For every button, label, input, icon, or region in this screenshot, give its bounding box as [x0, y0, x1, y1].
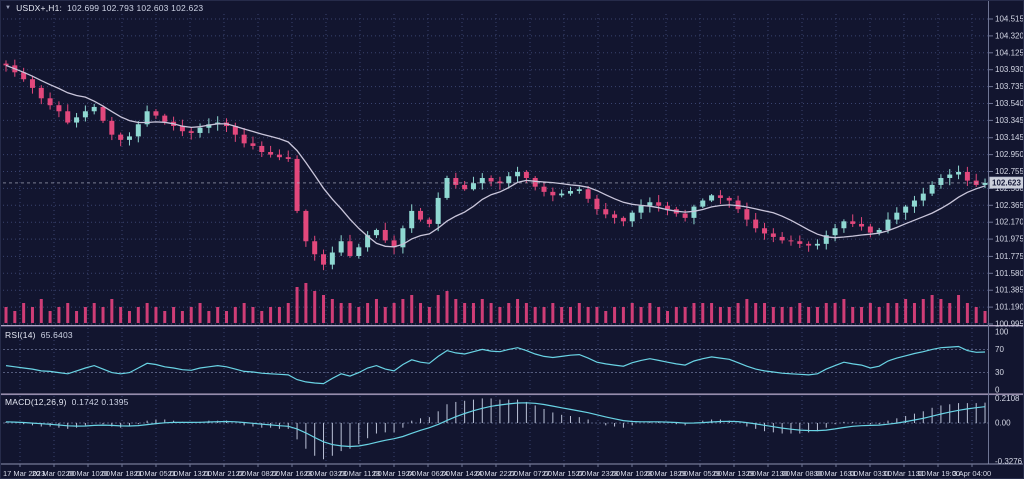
axis-label: 103.345	[995, 116, 1024, 125]
axis-label: 30	[995, 368, 1004, 377]
time-axis-label: 3 Apr 04:00	[953, 469, 991, 478]
axis-label: 101.190	[995, 303, 1024, 312]
axis-label: 101.385	[995, 286, 1024, 295]
axis-label: 104.320	[995, 31, 1024, 40]
axis-label: 0.2108	[995, 394, 1020, 403]
axis-label: 101.975	[995, 235, 1024, 244]
axis-label: 103.735	[995, 82, 1024, 91]
axis-label: 102.950	[995, 150, 1024, 159]
axis-label: 104.125	[995, 48, 1024, 57]
axis-label: 102.170	[995, 218, 1024, 227]
axis-label: 101.580	[995, 269, 1024, 278]
current-price-value: 102.623	[992, 179, 1021, 188]
trading-chart-window: 104.515 104.320 104.125 103.930 103.735 103.5…	[0, 0, 1024, 479]
axis-label: -0.3276	[995, 457, 1023, 466]
axis-label: 101.775	[995, 252, 1024, 261]
axis-label: 104.515	[995, 15, 1024, 24]
axis-label: 103.540	[995, 99, 1024, 108]
current-price-tag: 102.623	[990, 177, 1024, 189]
axis-label: 0.00	[995, 419, 1011, 428]
axis-label: 100	[995, 328, 1009, 337]
axis-label: 102.755	[995, 167, 1024, 176]
axis-label: 103.930	[995, 65, 1024, 74]
chart-canvas[interactable]: 104.515 104.320 104.125 103.930 103.735 103.5…	[1, 1, 1024, 479]
axis-label: 103.145	[995, 133, 1024, 142]
axis-label: 70	[995, 345, 1004, 354]
axis-label: 102.365	[995, 201, 1024, 210]
